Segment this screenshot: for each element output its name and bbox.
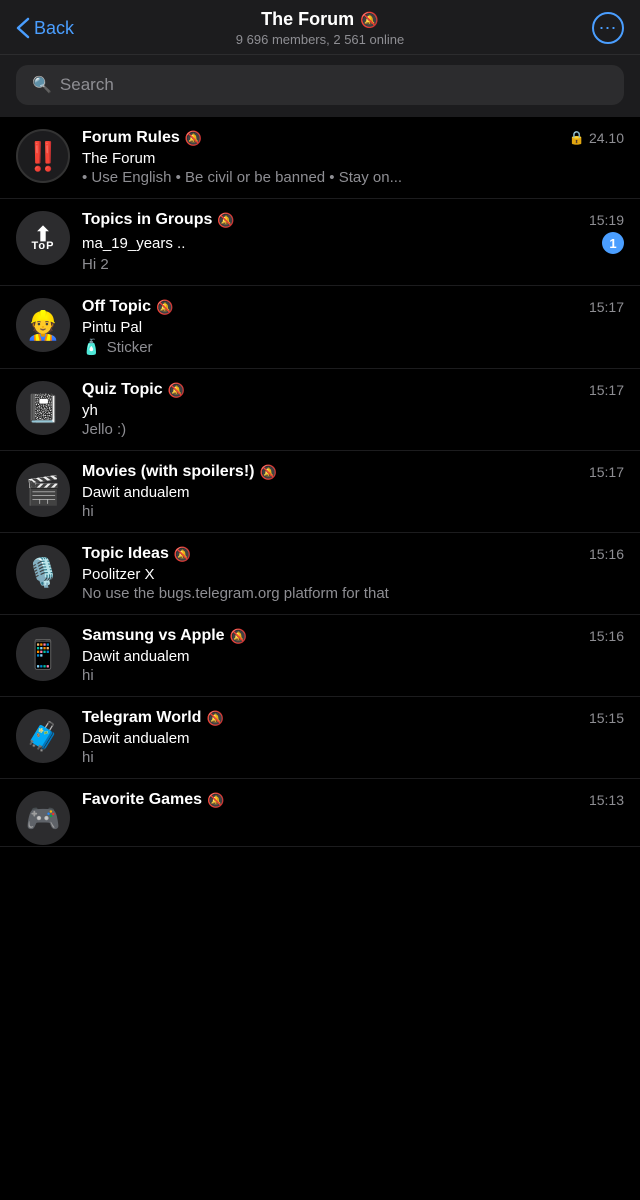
chat-preview: hi <box>82 667 624 684</box>
list-item[interactable]: 📓 Quiz Topic 🔕 15:17 yh Jello :) <box>0 369 640 451</box>
muted-icon: 🔕 <box>217 212 234 229</box>
chat-content: Forum Rules 🔕 🔒 24.10 The Forum • Use En… <box>82 129 624 186</box>
search-bar: 🔍 Search <box>0 55 640 117</box>
back-label: Back <box>34 18 74 39</box>
header-subtitle: 9 696 members, 2 561 online <box>236 32 404 47</box>
chat-time: 15:16 <box>589 546 624 562</box>
chat-content: Topics in Groups 🔕 15:19 ma_19_years .. … <box>82 211 624 273</box>
chat-time: 15:13 <box>589 792 624 808</box>
chat-name: Off Topic 🔕 <box>82 298 173 316</box>
muted-icon: 🔕 <box>156 299 173 316</box>
chat-preview: Hi 2 <box>82 256 624 273</box>
list-item[interactable]: 🎙️ Topic Ideas 🔕 15:16 Poolitzer X No us… <box>0 533 640 615</box>
list-item[interactable]: ‼️ Forum Rules 🔕 🔒 24.10 The Forum • Use… <box>0 117 640 199</box>
chat-content: Movies (with spoilers!) 🔕 15:17 Dawit an… <box>82 463 624 520</box>
chat-content: Samsung vs Apple 🔕 15:16 Dawit andualem … <box>82 627 624 684</box>
chat-sender: Dawit andualem <box>82 730 190 747</box>
list-item[interactable]: ⬆ ToP Topics in Groups 🔕 15:19 ma_19_yea… <box>0 199 640 286</box>
chat-sender: Dawit andualem <box>82 648 190 665</box>
header-title: The Forum 🔕 <box>236 9 404 30</box>
muted-icon: 🔕 <box>174 546 191 563</box>
list-item[interactable]: 🧳 Telegram World 🔕 15:15 Dawit andualem … <box>0 697 640 779</box>
chat-time: 15:16 <box>589 628 624 644</box>
avatar: 🎮 <box>16 791 70 845</box>
chat-name: Topics in Groups 🔕 <box>82 211 235 229</box>
chat-content: Off Topic 🔕 15:17 Pintu Pal 🧴 Sticker <box>82 298 624 356</box>
search-icon: 🔍 <box>32 75 52 95</box>
avatar: 🎙️ <box>16 545 70 599</box>
chat-sender: Poolitzer X <box>82 566 155 583</box>
search-placeholder: Search <box>60 75 114 95</box>
avatar: 👷 <box>16 298 70 352</box>
chat-preview: Jello :) <box>82 421 624 438</box>
header-center: The Forum 🔕 9 696 members, 2 561 online <box>236 9 404 47</box>
muted-icon: 🔕 <box>230 628 247 645</box>
chat-sender: ma_19_years .. <box>82 235 185 252</box>
chat-time: 15:17 <box>589 299 624 315</box>
chat-sender: Pintu Pal <box>82 319 142 336</box>
chat-content: Quiz Topic 🔕 15:17 yh Jello :) <box>82 381 624 438</box>
search-input[interactable]: 🔍 Search <box>16 65 624 105</box>
chat-time: 🔒 24.10 <box>569 130 624 146</box>
chat-time: 15:19 <box>589 212 624 228</box>
chat-content: Favorite Games 🔕 15:13 <box>82 791 624 814</box>
chat-preview: hi <box>82 749 624 766</box>
unread-badge: 1 <box>602 232 624 254</box>
chat-sender: Dawit andualem <box>82 484 190 501</box>
chat-name: Samsung vs Apple 🔕 <box>82 627 247 645</box>
avatar: ‼️ <box>16 129 70 183</box>
chat-content: Telegram World 🔕 15:15 Dawit andualem hi <box>82 709 624 766</box>
list-item[interactable]: 🎮 Favorite Games 🔕 15:13 <box>0 779 640 847</box>
list-item[interactable]: 📱 Samsung vs Apple 🔕 15:16 Dawit anduale… <box>0 615 640 697</box>
chat-name: Quiz Topic 🔕 <box>82 381 185 399</box>
muted-icon: 🔕 <box>206 710 223 727</box>
list-item[interactable]: 🎬 Movies (with spoilers!) 🔕 15:17 Dawit … <box>0 451 640 533</box>
chat-time: 15:15 <box>589 710 624 726</box>
chat-preview: No use the bugs.telegram.org platform fo… <box>82 585 624 602</box>
chat-time: 15:17 <box>589 382 624 398</box>
chat-time: 15:17 <box>589 464 624 480</box>
muted-icon: 🔕 <box>185 130 202 147</box>
chat-list: ‼️ Forum Rules 🔕 🔒 24.10 The Forum • Use… <box>0 117 640 847</box>
avatar: 🎬 <box>16 463 70 517</box>
header: Back The Forum 🔕 9 696 members, 2 561 on… <box>0 0 640 55</box>
avatar: 📓 <box>16 381 70 435</box>
avatar: 📱 <box>16 627 70 681</box>
chat-preview: • Use English • Be civil or be banned • … <box>82 169 624 186</box>
list-item[interactable]: 👷 Off Topic 🔕 15:17 Pintu Pal 🧴 Sticker <box>0 286 640 369</box>
chat-name: Telegram World 🔕 <box>82 709 224 727</box>
chat-sender: The Forum <box>82 150 155 167</box>
avatar: 🧳 <box>16 709 70 763</box>
chat-name: Forum Rules 🔕 <box>82 129 202 147</box>
muted-icon: 🔕 <box>259 464 276 481</box>
chat-name: Topic Ideas 🔕 <box>82 545 191 563</box>
more-button[interactable]: ⋯ <box>592 12 624 44</box>
lock-icon: 🔒 <box>569 130 585 146</box>
chat-preview: 🧴 Sticker <box>82 338 624 356</box>
chat-name: Movies (with spoilers!) 🔕 <box>82 463 277 481</box>
muted-icon: 🔕 <box>168 382 185 399</box>
muted-icon: 🔕 <box>207 792 224 809</box>
avatar: ⬆ ToP <box>16 211 70 265</box>
chat-name: Favorite Games 🔕 <box>82 791 225 809</box>
back-button[interactable]: Back <box>16 17 74 39</box>
chat-content: Topic Ideas 🔕 15:16 Poolitzer X No use t… <box>82 545 624 602</box>
chat-sender: yh <box>82 402 98 419</box>
chat-preview: hi <box>82 503 624 520</box>
mute-icon: 🔕 <box>360 11 379 29</box>
